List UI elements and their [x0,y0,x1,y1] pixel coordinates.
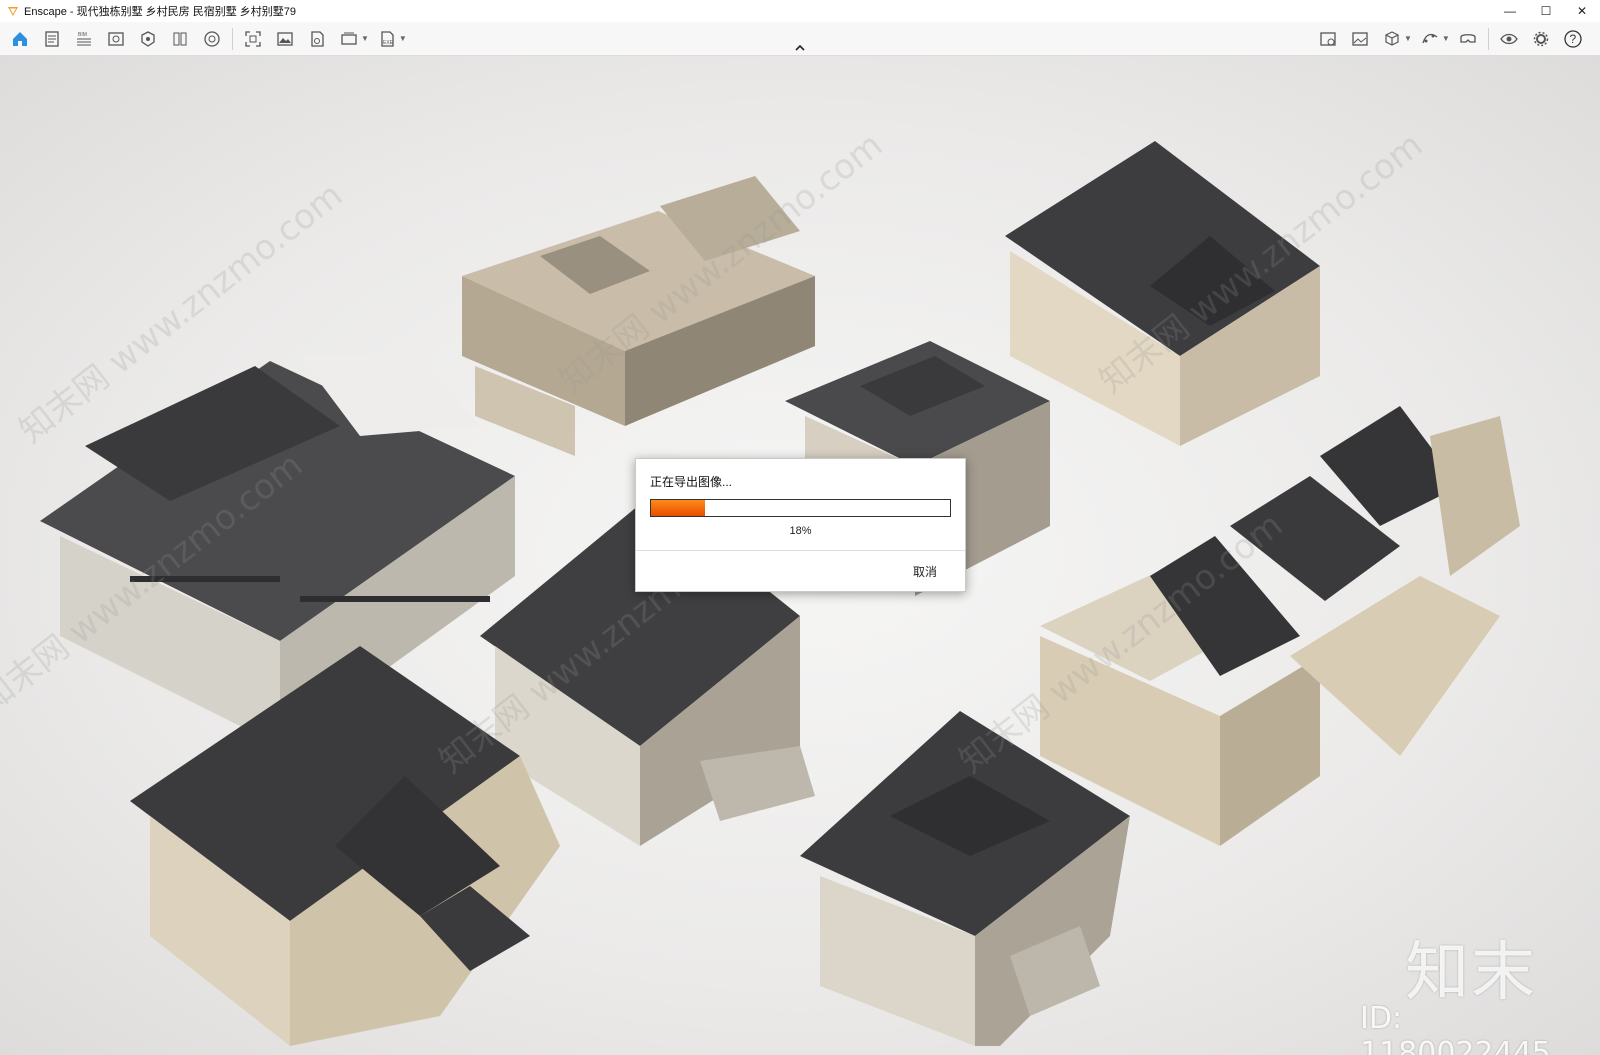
help-icon[interactable]: ? [1561,27,1585,51]
toolbar-left-group: BIM ▼ EXE ▼ [4,22,409,55]
vr-headset-icon[interactable] [1456,27,1480,51]
atmosphere-icon[interactable] [200,27,224,51]
eye-icon[interactable] [1497,27,1521,51]
cube-icon[interactable] [1380,27,1404,51]
video-editor-icon[interactable] [1418,27,1442,51]
cancel-button[interactable]: 取消 [913,563,937,580]
minimize-button[interactable]: — [1492,0,1528,22]
visual-settings-icon[interactable] [1316,27,1340,51]
batch-render-icon[interactable] [305,27,329,51]
material-editor-icon[interactable] [168,27,192,51]
home-icon[interactable] [8,27,32,51]
bim-icon[interactable]: BIM [72,27,96,51]
enscape-logo-icon [6,4,20,18]
settings-doc-icon[interactable] [40,27,64,51]
svg-text:EXE: EXE [383,40,394,46]
toolbar-separator [232,27,233,50]
main-toolbar: BIM ▼ EXE ▼ ▼ ▼ ? [0,22,1600,56]
export-dropdown-chevron-icon[interactable]: ▼ [399,34,407,43]
toolbar-separator [1487,27,1489,50]
video-dropdown-chevron-icon[interactable]: ▼ [1442,34,1450,43]
screenshot-icon[interactable] [241,27,265,51]
window-title: Enscape - 现代独栋别墅 乡村民房 民宿别墅 乡村别墅79 [24,6,296,18]
collapse-chevron-icon[interactable] [793,43,807,53]
toolbar-right-group: ▼ ▼ ? [1312,22,1589,55]
title-bar: Enscape - 现代独栋别墅 乡村民房 民宿别墅 乡村别墅79 — ☐ ✕ [0,0,1600,22]
export-status-message: 正在导出图像... [650,475,733,489]
svg-text:BIM: BIM [78,32,87,38]
villa-classic-top-right [1005,141,1320,446]
export-exe-icon[interactable]: EXE [375,27,399,51]
brand-id-text: ID: 1180022445 [1360,1001,1551,1055]
dialog-divider [636,550,965,551]
cube-dropdown-chevron-icon[interactable]: ▼ [1404,34,1412,43]
panorama-icon[interactable] [337,27,361,51]
export-progress-fill [651,500,705,516]
close-button[interactable]: ✕ [1564,0,1600,22]
brand-logo-text: 知末 [1405,936,1537,1010]
export-progress-percent: 18% [789,525,812,537]
view-icon[interactable] [104,27,128,51]
help-label: ? [1569,32,1577,46]
gear-icon[interactable] [1529,27,1553,51]
maximize-button[interactable]: ☐ [1528,0,1564,22]
render-image-icon[interactable] [273,27,297,51]
export-progress-bar [650,499,951,517]
window-controls: — ☐ ✕ [1492,0,1600,22]
asset-library-icon[interactable] [136,27,160,51]
export-progress-dialog: 正在导出图像... 18% 取消 [635,458,966,592]
panorama-dropdown-chevron-icon[interactable]: ▼ [361,34,369,43]
villa-large-left [40,356,515,746]
image-settings-icon[interactable] [1348,27,1372,51]
